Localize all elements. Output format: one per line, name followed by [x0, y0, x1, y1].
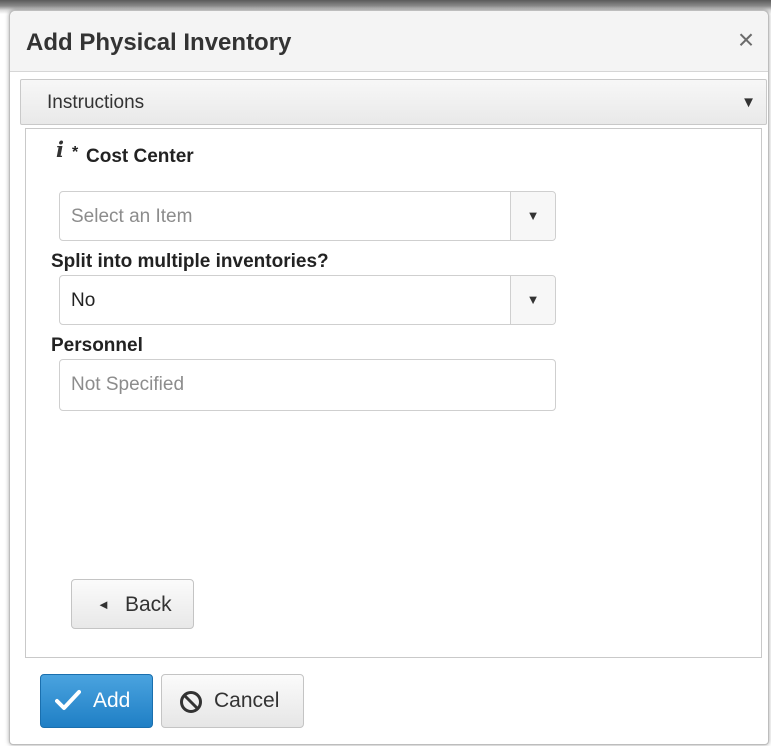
personnel-field[interactable]: Not Specified — [59, 359, 556, 411]
cancel-button[interactable]: Cancel — [161, 674, 304, 728]
back-button-label: Back — [125, 593, 172, 616]
chevron-down-icon[interactable]: ▼ — [510, 192, 555, 240]
split-inventories-label: Split into multiple inventories? — [51, 251, 329, 272]
ban-icon — [180, 691, 202, 713]
chevron-down-icon[interactable]: ▼ — [510, 276, 555, 324]
back-button[interactable]: ◄ Back — [71, 579, 194, 629]
info-icon[interactable]: i — [56, 137, 64, 162]
cancel-button-label: Cancel — [214, 689, 280, 712]
split-inventories-select[interactable]: No ▼ — [59, 275, 556, 325]
add-physical-inventory-dialog: Add Physical Inventory × Instructions ▼ … — [9, 10, 769, 745]
cost-center-label: Cost Center — [86, 146, 194, 167]
dialog-title: Add Physical Inventory — [26, 29, 292, 56]
personnel-placeholder: Not Specified — [71, 374, 185, 395]
add-button[interactable]: Add — [40, 674, 153, 728]
instructions-accordion[interactable]: Instructions ▼ — [20, 79, 767, 125]
dialog-titlebar: Add Physical Inventory × — [10, 11, 768, 72]
cost-center-select[interactable]: Select an Item ▼ — [59, 191, 556, 241]
chevron-left-icon: ◄ — [97, 597, 110, 612]
chevron-down-icon: ▼ — [741, 94, 756, 111]
required-marker: * — [72, 144, 79, 161]
window-frame: Add Physical Inventory × Instructions ▼ … — [0, 0, 771, 746]
add-button-label: Add — [93, 689, 131, 712]
split-inventories-value: No — [71, 290, 96, 311]
close-icon[interactable]: × — [732, 26, 760, 55]
personnel-label: Personnel — [51, 335, 143, 356]
cost-center-placeholder: Select an Item — [71, 206, 193, 227]
form-panel: i * Cost Center Select an Item ▼ Split i… — [25, 128, 762, 658]
checkmark-icon — [55, 690, 81, 710]
instructions-label: Instructions — [47, 92, 145, 113]
